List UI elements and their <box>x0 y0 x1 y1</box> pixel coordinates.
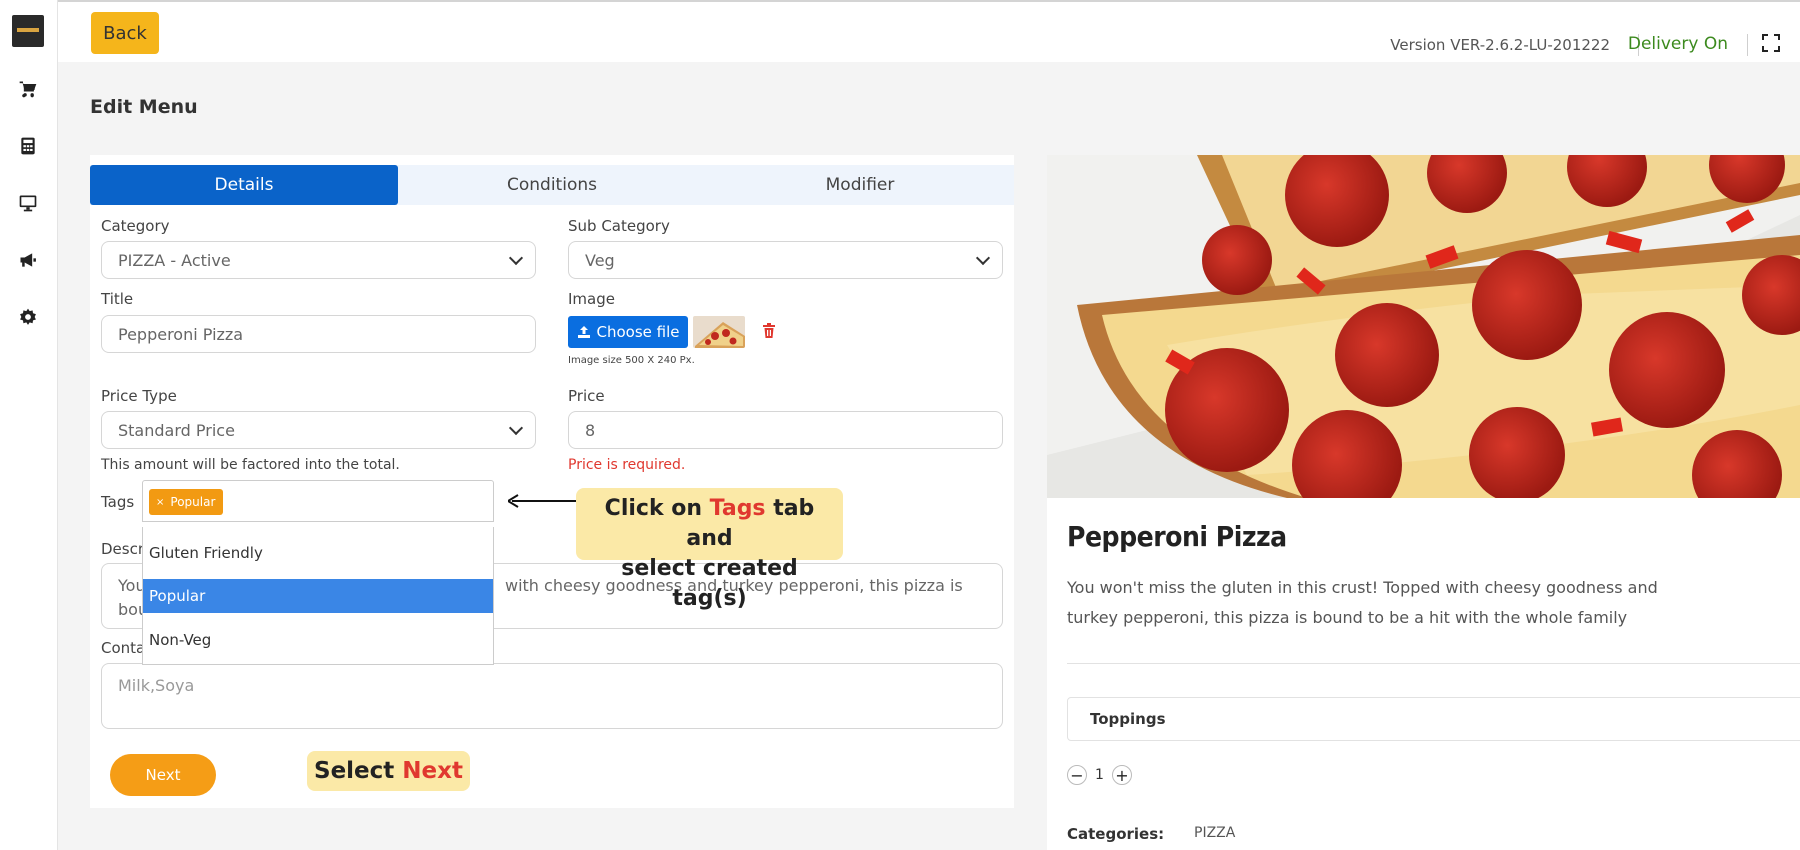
tab-bar: Details Conditions Modifier <box>90 165 1014 205</box>
price-type-value: Standard Price <box>118 420 235 440</box>
price-type-helper: This amount will be factored into the to… <box>101 457 400 473</box>
price-type-label: Price Type <box>101 387 177 405</box>
arrow-left-icon <box>508 494 576 508</box>
version-label: Version VER-2.6.2-LU-201222 <box>1390 36 1610 54</box>
category-label: Category <box>101 217 170 235</box>
tags-tutorial-callout: Click on Tags tab and select created tag… <box>576 488 843 611</box>
price-value: 8 <box>585 420 596 440</box>
plus-icon[interactable]: + <box>1111 765 1132 785</box>
image-label: Image <box>568 290 615 308</box>
callout-highlight: Tags <box>709 496 766 521</box>
tags-multiselect[interactable]: × Popular <box>142 480 494 522</box>
next-button[interactable]: Next <box>110 754 216 796</box>
preview-description: You won't miss the gluten in this crust!… <box>1067 578 1658 627</box>
quantity-value: 1 <box>1095 767 1104 783</box>
remove-tag-icon[interactable]: × <box>156 497 164 508</box>
chevron-down-icon <box>975 250 991 266</box>
app-logo <box>12 15 44 47</box>
description-label: Descr <box>101 540 145 558</box>
preview-divider <box>1067 663 1800 664</box>
header-divider <box>1747 34 1748 56</box>
next-tutorial-callout: Select Next <box>307 751 470 791</box>
calculator-icon[interactable] <box>17 135 39 157</box>
title-value: Pepperoni Pizza <box>118 324 244 344</box>
tab-conditions[interactable]: Conditions <box>398 165 706 205</box>
edit-form-card: Details Conditions Modifier Category PIZ… <box>90 155 1014 808</box>
title-input[interactable]: Pepperoni Pizza <box>101 315 536 353</box>
categories-value: PIZZA <box>1194 825 1236 841</box>
toppings-accordion[interactable]: Toppings <box>1067 697 1800 741</box>
categories-label: Categories: <box>1067 825 1165 843</box>
subcategory-select[interactable]: Veg <box>568 241 1003 279</box>
tags-dropdown-list: Gluten Friendly Popular Non-Veg <box>142 527 494 665</box>
toppings-label: Toppings <box>1090 710 1166 728</box>
tag-option-gluten-friendly[interactable]: Gluten Friendly <box>143 536 493 570</box>
monitor-icon[interactable] <box>17 192 39 214</box>
menu-preview-panel: Pepperoni Pizza You won't miss the glute… <box>1047 155 1800 850</box>
top-header: Back Version VER-2.6.2-LU-201222 Deliver… <box>58 0 1800 62</box>
selected-tag-label: Popular <box>170 495 216 509</box>
subcategory-label: Sub Category <box>568 217 670 235</box>
contains-textarea[interactable]: Milk,Soya <box>101 663 1003 729</box>
tab-modifier[interactable]: Modifier <box>706 165 1014 205</box>
quantity-stepper: − 1 + <box>1067 765 1132 785</box>
title-label: Title <box>101 290 134 308</box>
callout-text: select created tag(s) <box>621 556 798 611</box>
fullscreen-icon[interactable] <box>1762 34 1780 52</box>
tab-details[interactable]: Details <box>90 165 398 205</box>
pizza-image <box>1047 155 1800 498</box>
minus-icon[interactable]: − <box>1067 765 1087 785</box>
image-thumbnail <box>693 316 745 348</box>
megaphone-icon[interactable] <box>17 249 39 271</box>
price-type-select[interactable]: Standard Price <box>101 411 536 449</box>
callout-text: Click on <box>604 496 710 521</box>
cart-icon[interactable] <box>17 78 39 100</box>
callout-highlight: Next <box>402 758 463 784</box>
back-button[interactable]: Back <box>91 12 159 54</box>
trash-icon[interactable] <box>762 323 776 339</box>
price-error: Price is required. <box>568 457 686 473</box>
subcategory-value: Veg <box>585 250 615 270</box>
page-title: Edit Menu <box>90 96 198 118</box>
category-select[interactable]: PIZZA - Active <box>101 241 536 279</box>
choose-file-button[interactable]: Choose file <box>568 316 688 348</box>
image-size-note: Image size 500 X 240 Px. <box>568 355 695 366</box>
price-label: Price <box>568 387 605 405</box>
selected-tag-chip[interactable]: × Popular <box>149 489 224 515</box>
delivery-status[interactable]: Delivery On <box>1628 34 1728 54</box>
tag-option-popular[interactable]: Popular <box>143 579 493 613</box>
tag-option-non-veg[interactable]: Non-Veg <box>143 623 493 657</box>
category-value: PIZZA - Active <box>118 250 231 270</box>
chevron-down-icon <box>508 420 524 436</box>
contains-label: Conta <box>101 639 146 657</box>
choose-file-label: Choose file <box>596 323 680 341</box>
contains-placeholder: Milk,Soya <box>118 676 195 695</box>
callout-text: Select <box>314 758 403 784</box>
upload-icon <box>577 326 590 338</box>
price-input[interactable]: 8 <box>568 411 1003 449</box>
sidebar <box>0 0 58 850</box>
gear-icon[interactable] <box>17 306 39 328</box>
chevron-down-icon <box>508 250 524 266</box>
tags-label: Tags <box>101 493 135 511</box>
preview-title: Pepperoni Pizza <box>1067 520 1287 553</box>
